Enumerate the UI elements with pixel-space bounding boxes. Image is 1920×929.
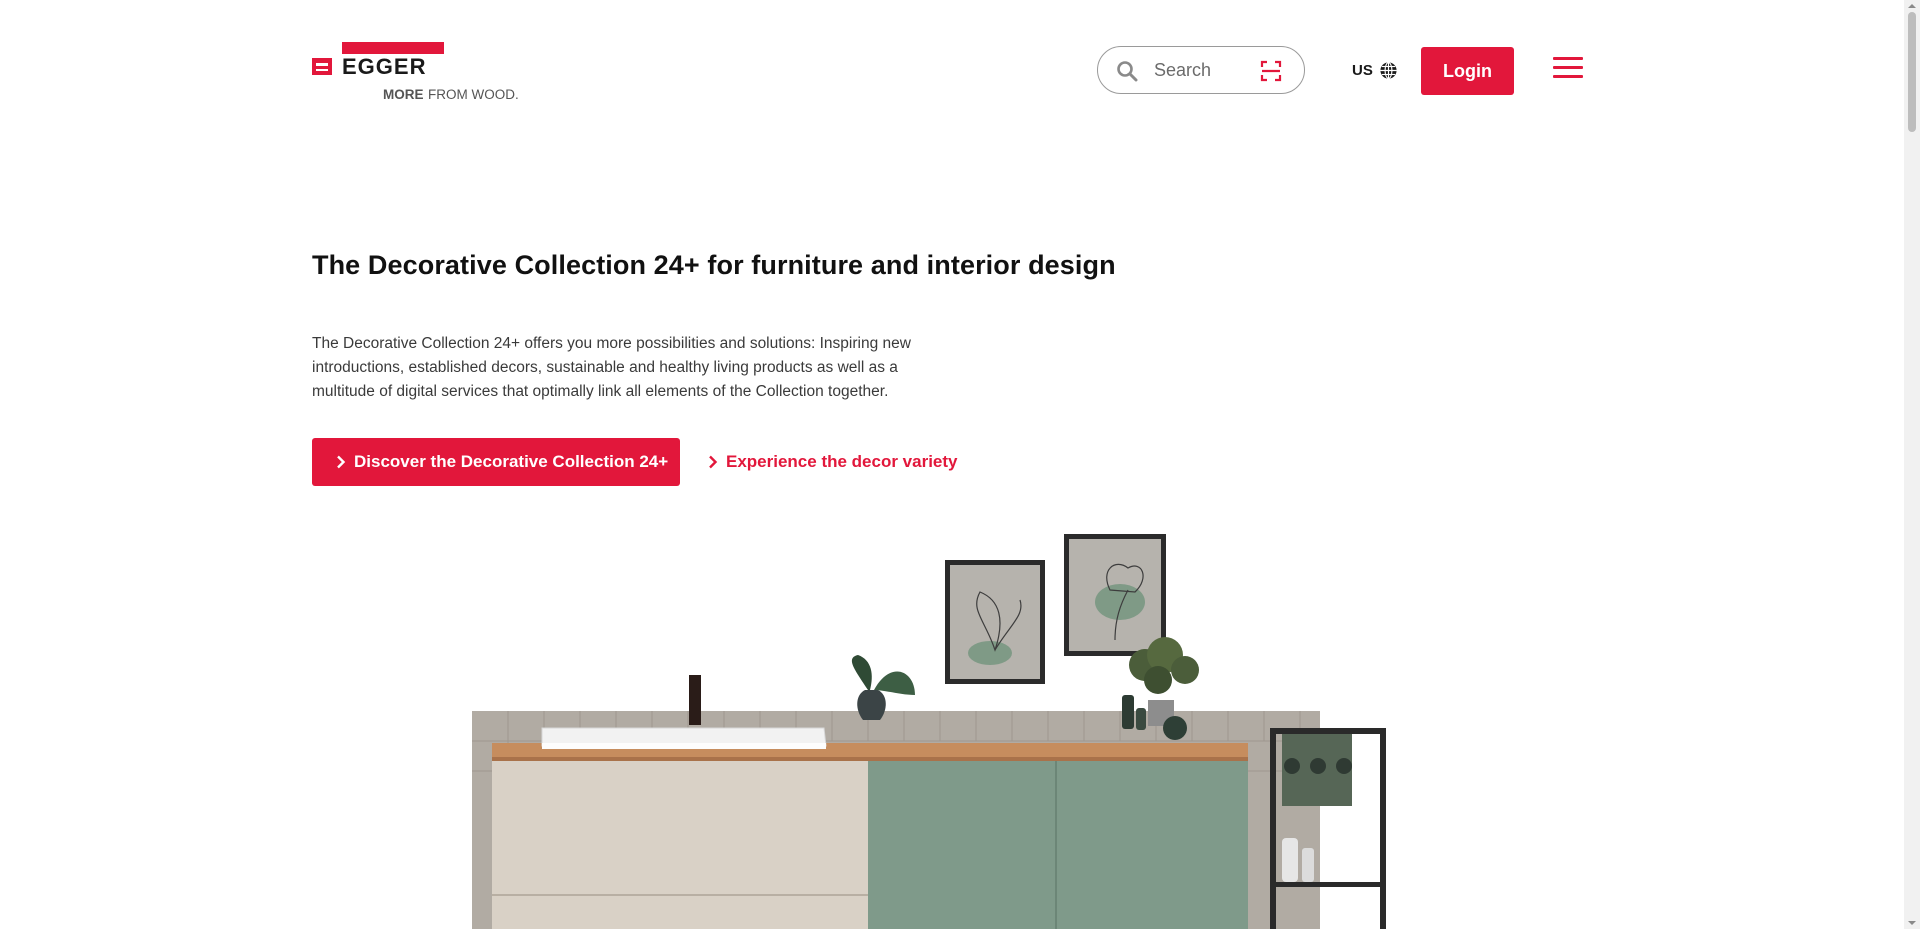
framed-print-right <box>1064 534 1166 656</box>
search-box[interactable] <box>1097 46 1305 94</box>
framed-print-left <box>945 560 1045 684</box>
logo-tagline-bold: MORE <box>383 87 424 102</box>
hero-description: The Decorative Collection 24+ offers you… <box>312 335 911 400</box>
logo-wordmark: EGGER <box>342 54 426 79</box>
menu-bar <box>1553 75 1583 78</box>
beige-front <box>492 761 868 929</box>
search-icon <box>1117 61 1138 82</box>
scroll-down-arrow-icon[interactable] <box>1907 919 1917 927</box>
login-button[interactable]: Login <box>1421 47 1514 95</box>
plant-left <box>851 655 915 720</box>
green-front-right <box>1056 761 1248 929</box>
menu-bar <box>1553 66 1583 69</box>
search-input[interactable] <box>1154 57 1244 83</box>
globe-icon <box>1380 61 1397 79</box>
experience-decor-label: Experience the decor variety <box>726 452 958 471</box>
egger-logo[interactable]: EGGER MORE FROM WOOD. <box>312 42 520 104</box>
locale-label: US <box>1352 61 1373 79</box>
locale-selector[interactable]: US <box>1352 58 1398 82</box>
scroll-up-arrow-icon[interactable] <box>1907 2 1917 10</box>
chevron-right-icon <box>709 455 718 469</box>
scrollbar-thumb[interactable] <box>1908 12 1916 132</box>
page-title: The Decorative Collection 24+ for furnit… <box>312 250 1116 280</box>
discover-collection-label: Discover the Decorative Collection 24+ <box>354 452 669 471</box>
hamburger-menu-icon[interactable] <box>1553 57 1583 83</box>
egger-logo-mark: EGGER MORE FROM WOOD. <box>312 42 519 102</box>
site-header: EGGER MORE FROM WOOD. US <box>0 0 1920 140</box>
page-scrollbar[interactable] <box>1904 0 1920 929</box>
faucet <box>689 675 701 725</box>
hero-image <box>472 534 1386 929</box>
menu-bar <box>1553 57 1583 60</box>
experience-decor-link[interactable]: Experience the decor variety <box>708 438 958 486</box>
chevron-right-icon <box>337 455 346 469</box>
discover-collection-button[interactable]: Discover the Decorative Collection 24+ <box>312 438 680 486</box>
green-front-left <box>868 761 1056 929</box>
scan-icon[interactable] <box>1260 60 1282 82</box>
logo-tagline-rest: FROM WOOD. <box>428 87 519 102</box>
